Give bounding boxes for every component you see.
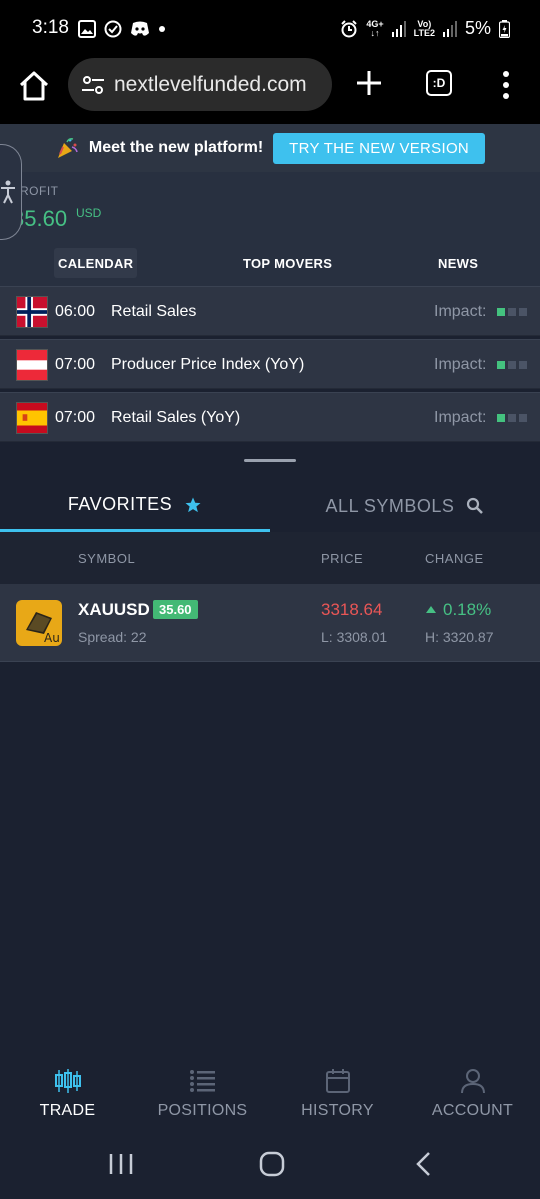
nav-positions[interactable]: POSITIONS	[135, 1050, 270, 1132]
symbol-high: H: 3320.87	[425, 629, 494, 645]
alarm-icon	[341, 19, 358, 37]
event-time: 07:00	[55, 356, 96, 373]
candlestick-icon	[54, 1069, 81, 1093]
status-right-icons: 4G+ ↓↑ Vo) LTE2 5%	[340, 18, 510, 39]
site-settings-icon[interactable]	[80, 72, 106, 98]
battery-percent: 5%	[464, 18, 491, 38]
impact-label: Impact:	[434, 303, 487, 320]
party-popper-icon	[57, 138, 78, 158]
impact-indicator	[497, 414, 527, 422]
svg-text:Au: Au	[44, 631, 60, 645]
impact-label: Impact:	[434, 356, 487, 373]
discord-icon	[131, 21, 149, 36]
tab-favorites-label: FAVORITES	[67, 494, 173, 514]
header-price: PRICE	[321, 551, 364, 566]
tab-all-symbols-label: ALL SYMBOLS	[325, 495, 455, 516]
list-icon	[189, 1070, 215, 1092]
accessibility-handle[interactable]	[0, 144, 22, 240]
event-time: 06:00	[55, 303, 96, 320]
header-change: CHANGE	[425, 551, 484, 566]
calendar-tabs: CALENDAR TOP MOVERS NEWS	[0, 242, 540, 286]
gold-bar-icon: Au	[16, 600, 62, 646]
home-icon[interactable]	[16, 68, 52, 104]
try-new-version-button[interactable]: TRY THE NEW VERSION	[273, 132, 486, 164]
browser-toolbar: nextlevelfunded.com :D	[0, 58, 540, 124]
back-icon[interactable]	[414, 1151, 434, 1177]
norway-flag-icon	[16, 296, 48, 328]
symbol-price: 3318.64	[321, 600, 383, 619]
symbol-low: L: 3308.01	[321, 629, 388, 645]
nav-history[interactable]: HISTORY	[270, 1050, 405, 1132]
tab-switcher-button[interactable]: :D	[426, 70, 452, 96]
system-navigation-bar	[0, 1132, 540, 1199]
arrow-up-icon	[426, 606, 436, 613]
nav-positions-label: POSITIONS	[157, 1102, 248, 1119]
profit-badge: 35.60	[153, 600, 198, 619]
event-name: Retail Sales	[111, 303, 197, 320]
accessibility-icon	[0, 180, 15, 204]
signal-icon-2	[442, 20, 457, 37]
event-name: Retail Sales (YoY)	[111, 409, 241, 426]
austria-flag-icon	[16, 349, 48, 381]
tab-favorites[interactable]: FAVORITES	[0, 480, 270, 532]
nav-trade-label: TRADE	[39, 1102, 96, 1119]
spain-flag-icon	[16, 402, 48, 434]
impact-indicator	[497, 308, 527, 316]
bottom-navigation: TRADE POSITIONS HISTORY ACCOUNT	[0, 1050, 540, 1132]
profit-summary: ROFIT 35.60 USD	[0, 172, 540, 242]
user-icon	[460, 1069, 485, 1094]
impact-label: Impact:	[434, 409, 487, 426]
tab-calendar[interactable]: CALENDAR	[54, 248, 138, 278]
url-text: nextlevelfunded.com	[114, 72, 307, 96]
gallery-icon	[78, 20, 96, 38]
tab-top-movers[interactable]: TOP MOVERS	[239, 248, 336, 278]
header-symbol: SYMBOL	[78, 551, 136, 566]
nav-history-label: HISTORY	[301, 1102, 374, 1119]
symbol-tabs: FAVORITES ALL SYMBOLS	[0, 480, 540, 532]
signal-icon	[391, 20, 406, 37]
search-icon	[467, 497, 484, 514]
more-options-icon[interactable]	[496, 70, 516, 100]
event-time: 07:00	[55, 409, 96, 426]
new-platform-banner: Meet the new platform! TRY THE NEW VERSI…	[0, 124, 540, 172]
status-bar: 3:18 4G+ ↓↑ Vo) LTE2 5%	[0, 0, 540, 58]
symbol-row[interactable]: Au XAUUSD 35.60 Spread: 22 3318.64 L: 33…	[0, 584, 540, 662]
calendar-event[interactable]: 07:00 Retail Sales (YoY) Impact:	[0, 392, 540, 442]
change-value: 0.18%	[443, 600, 492, 619]
event-name: Producer Price Index (YoY)	[111, 356, 305, 373]
calendar-icon	[325, 1069, 350, 1093]
address-bar[interactable]: nextlevelfunded.com	[68, 58, 332, 111]
recent-apps-icon[interactable]	[108, 1152, 134, 1176]
profit-label: ROFIT	[20, 184, 59, 198]
profit-unit: USD	[76, 206, 102, 220]
tab-news[interactable]: NEWS	[434, 248, 482, 278]
nav-account[interactable]: ACCOUNT	[405, 1050, 540, 1132]
panel-drag-handle[interactable]	[244, 459, 296, 462]
nav-account-label: ACCOUNT	[431, 1102, 514, 1119]
home-nav-icon[interactable]	[259, 1151, 285, 1177]
calendar-event[interactable]: 06:00 Retail Sales Impact:	[0, 286, 540, 336]
volte-indicator: Vo) LTE2	[413, 18, 435, 38]
battery-icon	[499, 19, 510, 38]
symbols-table-header: SYMBOL PRICE CHANGE	[0, 532, 540, 584]
tab-all-symbols[interactable]: ALL SYMBOLS	[270, 480, 540, 532]
symbol-name: XAUUSD	[78, 600, 150, 619]
impact-indicator	[497, 361, 527, 369]
nav-trade[interactable]: TRADE	[0, 1050, 135, 1132]
notification-icons	[78, 20, 166, 38]
star-icon	[185, 497, 201, 512]
status-time: 3:18	[32, 17, 69, 38]
check-circle-icon	[104, 20, 122, 38]
network-type: 4G+ ↓↑	[366, 18, 384, 38]
banner-text: Meet the new platform!	[88, 139, 264, 156]
calendar-event[interactable]: 07:00 Producer Price Index (YoY) Impact:	[0, 339, 540, 389]
new-tab-icon[interactable]	[354, 68, 384, 98]
symbol-change: 0.18%	[425, 600, 491, 620]
symbol-spread: Spread: 22	[78, 629, 147, 645]
dot-icon	[159, 26, 165, 32]
